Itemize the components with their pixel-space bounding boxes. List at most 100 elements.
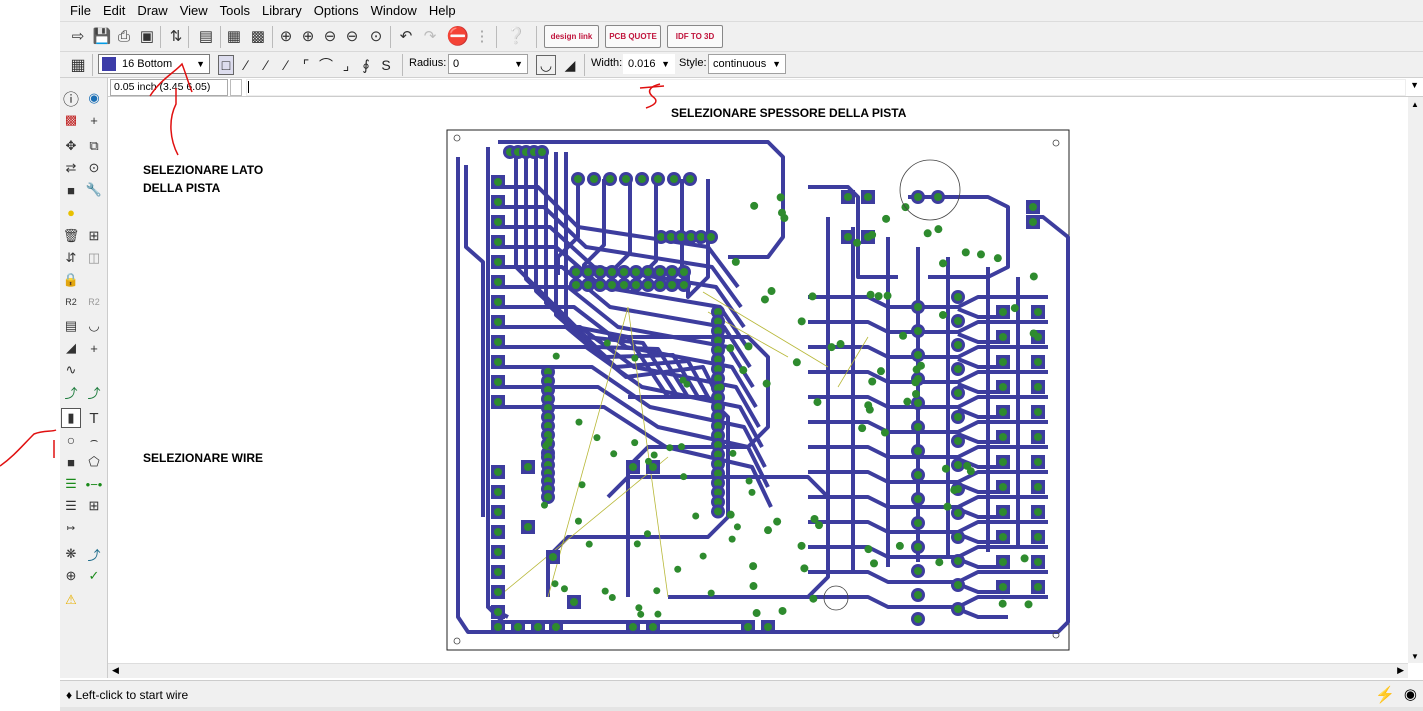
group-icon[interactable]: ■ xyxy=(61,180,81,200)
ulp-icon[interactable]: ▤ xyxy=(196,25,216,47)
wire-bend-1-icon[interactable]: ∕ xyxy=(238,55,254,75)
wire-bend-7-icon[interactable]: ∮ xyxy=(358,55,374,75)
drc-icon[interactable]: ✓ xyxy=(84,566,104,586)
lightning-icon[interactable]: ⚡ xyxy=(1375,685,1395,705)
info-icon[interactable]: ⓘ xyxy=(61,88,81,109)
delete-icon[interactable]: 🗑 xyxy=(61,226,81,246)
chevron-down-icon[interactable]: ▼ xyxy=(1410,80,1419,90)
stop-command-icon[interactable]: ◉ xyxy=(1404,685,1417,703)
change-icon[interactable]: 🔧 xyxy=(84,180,104,200)
pcb-quote-button[interactable]: PCB QUOTE xyxy=(605,25,661,48)
ratsnest-icon[interactable]: ❋ xyxy=(61,544,81,564)
lock-icon[interactable]: 🔒 xyxy=(61,270,81,290)
open-icon[interactable]: ⇨ xyxy=(68,25,88,47)
menu-library[interactable]: Library xyxy=(256,0,308,22)
go-icon[interactable]: ⋮ xyxy=(472,25,492,47)
zoom-in-icon[interactable]: ⊕ xyxy=(298,25,318,47)
menu-view[interactable]: View xyxy=(174,0,214,22)
dimension-tool-icon[interactable]: ↦ xyxy=(61,518,81,538)
cam-icon[interactable]: ▣ xyxy=(137,25,157,47)
menu-file[interactable]: File xyxy=(64,0,97,22)
move-icon[interactable]: ✥ xyxy=(61,136,81,156)
menu-draw[interactable]: Draw xyxy=(131,0,173,22)
polygon-tool-icon[interactable]: ⬠ xyxy=(84,452,104,472)
scroll-right-icon[interactable]: ▶ xyxy=(1397,665,1404,676)
save-icon[interactable]: 💾 xyxy=(92,25,112,47)
value-icon[interactable]: R2 xyxy=(84,292,104,312)
layer-select[interactable]: 16 Bottom ▼ xyxy=(98,54,210,74)
board-icon[interactable]: ▩ xyxy=(248,25,268,47)
meander-icon[interactable]: ∿ xyxy=(61,360,81,380)
command-line-input[interactable] xyxy=(246,79,1406,96)
scroll-left-icon[interactable]: ◀ xyxy=(112,665,119,676)
script-icon[interactable]: ⇅ xyxy=(166,25,186,47)
board-canvas[interactable] xyxy=(108,97,1408,663)
zoom-redraw-icon[interactable]: ⊖ xyxy=(342,25,362,47)
grid-icon[interactable]: ▦ xyxy=(68,54,88,76)
zoom-out-icon[interactable]: ⊖ xyxy=(320,25,340,47)
errors-icon[interactable]: ⚠ xyxy=(61,590,81,610)
ripup-icon[interactable]: ⤴ xyxy=(84,382,104,402)
replace-icon[interactable]: ⇵ xyxy=(61,248,81,268)
wire-bend-4-icon[interactable]: ⌜ xyxy=(298,55,314,75)
hole-tool-icon[interactable]: ☰ xyxy=(61,496,81,516)
show-icon[interactable]: ◉ xyxy=(84,88,104,108)
design-link-button[interactable]: design link xyxy=(544,25,599,48)
pcb-layout[interactable] xyxy=(108,97,1408,663)
coordinate-toggle[interactable] xyxy=(230,79,242,96)
mirror-icon[interactable]: ⇄ xyxy=(61,158,81,178)
horizontal-scrollbar[interactable]: ◀ ▶ xyxy=(108,663,1408,678)
help-icon[interactable]: ❔ xyxy=(506,25,526,47)
scroll-up-icon[interactable]: ▲ xyxy=(1411,100,1419,109)
zoom-fit-icon[interactable]: ⊕ xyxy=(276,25,296,47)
via-tool-icon[interactable]: ☰ xyxy=(61,474,81,494)
route-icon[interactable]: ⤴ xyxy=(61,382,81,402)
smash-icon[interactable]: ▤ xyxy=(61,316,81,336)
wire-bend-0-icon[interactable]: □ xyxy=(218,55,234,75)
rotate-icon[interactable]: ⊙ xyxy=(84,158,104,178)
erc-icon[interactable]: ⊕ xyxy=(61,566,81,586)
wire-bend-5-icon[interactable]: ⌒ xyxy=(318,55,334,75)
rect-tool-icon[interactable]: ■ xyxy=(61,452,81,472)
menu-tools[interactable]: Tools xyxy=(214,0,256,22)
wire-bend-3-icon[interactable]: ∕ xyxy=(278,55,294,75)
attribute-tool-icon[interactable]: ⊞ xyxy=(84,496,104,516)
redo-icon[interactable]: ↷ xyxy=(420,25,440,47)
width-combo[interactable]: 0.016 ▼ xyxy=(623,54,675,74)
circle-tool-icon[interactable]: ○ xyxy=(61,430,81,450)
menu-help[interactable]: Help xyxy=(423,0,462,22)
menu-edit[interactable]: Edit xyxy=(97,0,131,22)
wire-bend-8-icon[interactable]: S xyxy=(378,55,394,75)
undo-icon[interactable]: ↶ xyxy=(396,25,416,47)
vertical-scrollbar[interactable]: ▲ ▼ xyxy=(1408,97,1423,663)
style-combo[interactable]: continuous ▼ xyxy=(708,54,786,74)
name-icon[interactable]: R2 xyxy=(61,292,81,312)
signal-tool-icon[interactable]: •−• xyxy=(84,474,104,494)
menu-options[interactable]: Options xyxy=(308,0,365,22)
wire-bend-2-icon[interactable]: ∕ xyxy=(258,55,274,75)
mark-icon[interactable]: + xyxy=(84,110,104,130)
menu-window[interactable]: Window xyxy=(365,0,423,22)
lock-open-icon[interactable]: ◫ xyxy=(84,248,104,268)
text-tool-icon[interactable]: T xyxy=(84,408,104,428)
stop-icon[interactable]: ⛔ xyxy=(447,25,469,47)
autorouter-icon[interactable]: ⤴ xyxy=(84,544,104,564)
display-icon[interactable]: ▩ xyxy=(61,110,81,130)
wire-tool-icon[interactable]: ▮ xyxy=(61,408,81,428)
add-icon[interactable]: ⊞ xyxy=(84,226,104,246)
radius-combo[interactable]: 0 ▼ xyxy=(448,54,528,74)
arc-tool-icon[interactable]: ⌢ xyxy=(84,430,104,450)
split-icon[interactable]: ◢ xyxy=(61,338,81,358)
miter-straight-icon[interactable]: ◢ xyxy=(560,55,580,75)
zoom-select-icon[interactable]: ⊙ xyxy=(366,25,386,47)
sch-icon[interactable]: ▦ xyxy=(224,25,244,47)
paste-icon[interactable]: ● xyxy=(61,202,81,222)
wire-bend-6-icon[interactable]: ⌟ xyxy=(338,55,354,75)
print-icon[interactable]: ⎙ xyxy=(114,25,134,47)
miter-icon[interactable]: ◡ xyxy=(84,316,104,336)
copy-icon[interactable]: ⧉ xyxy=(84,136,104,156)
miter-round-icon[interactable]: ◡ xyxy=(536,55,556,75)
idf-to-3d-button[interactable]: IDF TO 3D xyxy=(667,25,723,48)
scroll-down-icon[interactable]: ▼ xyxy=(1411,652,1419,661)
optimize-icon[interactable]: + xyxy=(84,338,104,358)
